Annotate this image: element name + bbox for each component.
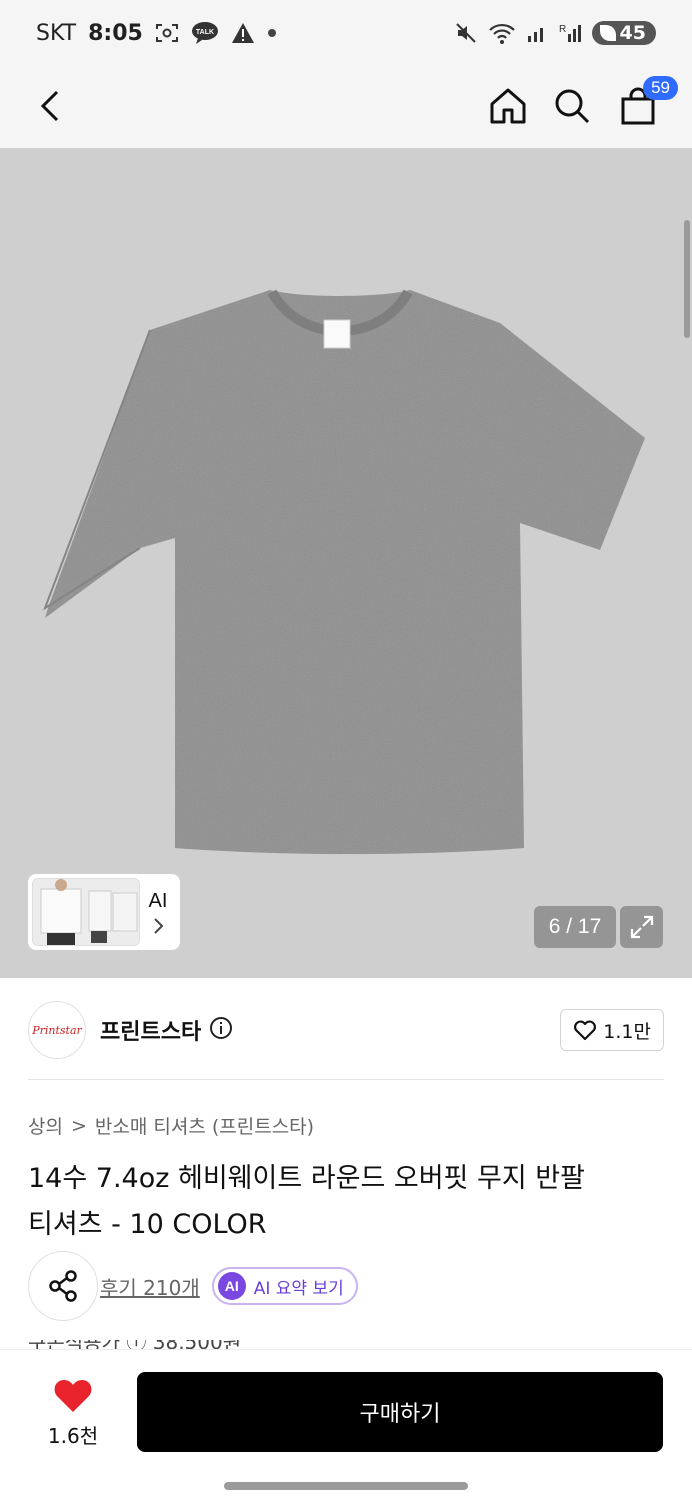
bottom-purchase-bar: 1.6천 구매하기 xyxy=(0,1350,692,1500)
chevron-right-icon xyxy=(154,917,164,934)
home-indicator[interactable] xyxy=(224,1482,468,1490)
product-title-line-2: 티셔츠 - 10 COLOR xyxy=(28,1209,267,1240)
search-button[interactable] xyxy=(546,80,598,132)
expand-icon xyxy=(630,915,653,939)
wifi-icon xyxy=(488,21,516,45)
thumbnail-ai-label: AI xyxy=(148,889,168,912)
battery-indicator: 45 xyxy=(591,21,656,45)
ai-summary-button[interactable]: AI AI 요약 보기 xyxy=(211,1267,358,1305)
wishlist-button[interactable]: 1.6천 xyxy=(40,1378,106,1449)
product-title: 14수 7.4oz 헤비웨이트 라운드 오버핏 무지 반팔 티셔츠 - 10 C… xyxy=(28,1156,664,1248)
share-button[interactable] xyxy=(28,1251,98,1321)
signal-icon xyxy=(526,22,548,44)
thumbnail-image xyxy=(32,878,140,946)
home-icon xyxy=(490,88,526,124)
battery-saver-icon xyxy=(599,25,616,41)
app-header: 59 xyxy=(0,66,692,148)
mute-icon xyxy=(454,21,478,45)
buy-button[interactable]: 구매하기 xyxy=(137,1372,663,1452)
brand-logo-text: Printstar xyxy=(32,1023,82,1037)
product-image-tshirt xyxy=(43,289,645,854)
wishlist-count: 1.6천 xyxy=(47,1424,99,1448)
warning-icon xyxy=(231,22,255,44)
back-button[interactable] xyxy=(24,80,76,132)
price-line-partial-text: 쿠폰적용가 ⓘ 38,500원 xyxy=(28,1340,241,1350)
clock: 8:05 xyxy=(88,20,143,46)
status-bar: SKT 8:05 TALK R 45 xyxy=(0,0,692,66)
chevron-left-icon xyxy=(40,90,59,122)
ai-summary-label: AI 요약 보기 xyxy=(253,1278,344,1299)
carrier-label: SKT xyxy=(36,20,77,46)
product-title-line-1: 14수 7.4oz 헤비웨이트 라운드 오버핏 무지 반팔 xyxy=(28,1163,585,1194)
svg-text:R: R xyxy=(559,24,566,35)
brand-like-count: 1.1만 xyxy=(603,1020,651,1043)
screenshot-icon xyxy=(155,22,179,44)
heart-outline-icon xyxy=(574,1020,597,1041)
breadcrumb: 상의 > 반소매 티셔츠 (프린트스타) xyxy=(28,1112,314,1139)
brand-logo[interactable]: Printstar xyxy=(28,1001,86,1059)
image-counter: 6 / 17 xyxy=(534,906,616,948)
ai-badge-icon: AI xyxy=(217,1272,246,1300)
battery-level: 45 xyxy=(619,22,646,44)
breadcrumb-item-subcategory[interactable]: 반소매 티셔츠 (프린트스타) xyxy=(95,1112,314,1139)
product-image-gallery[interactable]: AI 6 / 17 xyxy=(0,148,692,978)
share-icon xyxy=(49,1270,77,1302)
notification-dot-icon xyxy=(267,28,277,38)
product-actions: 후기 210개 AI AI 요약 보기 xyxy=(28,1250,664,1322)
price-line-partial: 쿠폰적용가 ⓘ 38,500원 xyxy=(28,1340,241,1350)
cart-button[interactable]: 59 xyxy=(612,76,678,132)
search-icon xyxy=(555,89,590,124)
breadcrumb-separator: > xyxy=(70,1114,87,1137)
divider xyxy=(28,1079,664,1080)
ai-fitting-thumbnail[interactable]: AI xyxy=(28,874,180,950)
brand-like-button[interactable]: 1.1만 xyxy=(560,1009,664,1051)
breadcrumb-item-category[interactable]: 상의 xyxy=(28,1112,63,1139)
cart-count-badge: 59 xyxy=(643,76,678,100)
fullscreen-button[interactable] xyxy=(620,906,663,948)
talk-icon-text: TALK xyxy=(196,29,214,36)
info-icon[interactable] xyxy=(209,1016,233,1044)
heart-filled-icon xyxy=(54,1380,92,1412)
talk-icon: TALK xyxy=(191,21,219,45)
brand-row: Printstar 프린트스타 1.1만 xyxy=(28,998,664,1062)
scrollbar[interactable] xyxy=(684,220,690,338)
brand-name[interactable]: 프린트스타 xyxy=(100,1014,201,1046)
reviews-link[interactable]: 후기 210개 xyxy=(100,1272,200,1301)
signal-roaming-icon: R xyxy=(558,22,582,44)
home-button[interactable] xyxy=(482,80,534,132)
